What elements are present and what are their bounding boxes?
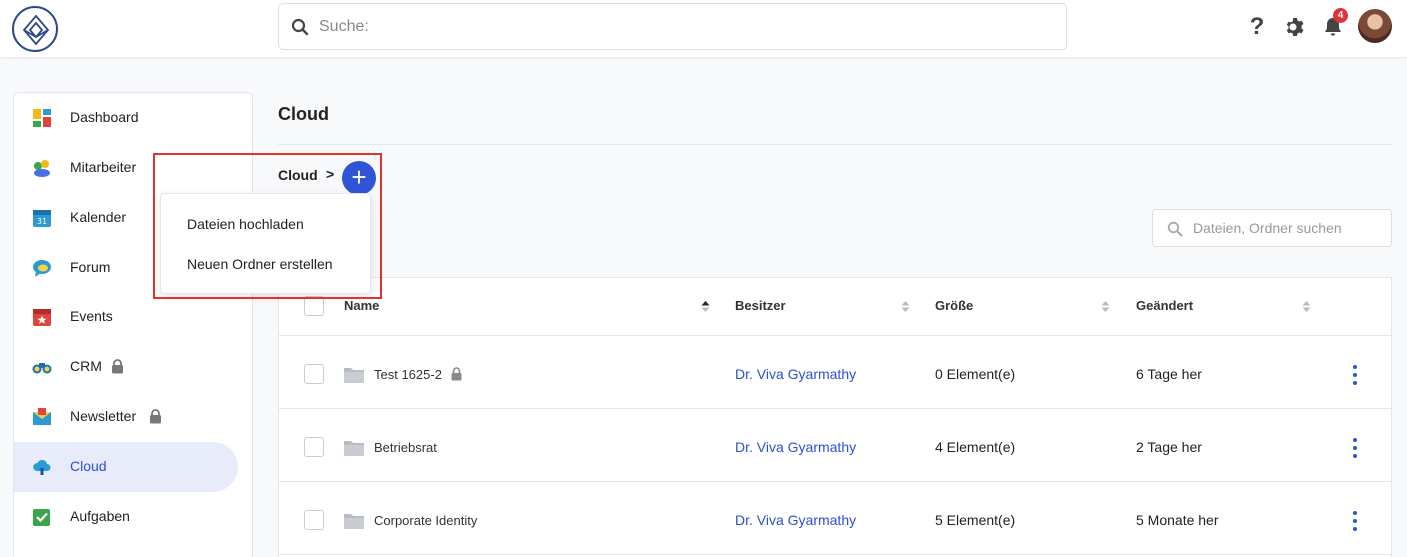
file-search[interactable]	[1152, 209, 1392, 247]
sidebar-item-cloud[interactable]: Cloud	[14, 442, 238, 492]
binoculars-icon	[32, 363, 52, 374]
column-header-owner[interactable]: Besitzer	[735, 298, 786, 313]
page-title: Cloud	[278, 104, 329, 124]
help-icon[interactable]: ?	[1245, 15, 1269, 39]
add-dropdown-menu: Dateien hochladen Neuen Ordner erstellen	[160, 193, 371, 294]
file-search-input[interactable]	[1193, 218, 1383, 238]
file-name[interactable]: Test 1625-2	[374, 367, 442, 382]
row-checkbox[interactable]	[304, 510, 324, 530]
modified-time: 2 Tage her	[1136, 439, 1202, 455]
lock-icon	[451, 367, 462, 381]
owner-link[interactable]: Dr. Viva Gyarmathy	[735, 512, 856, 528]
menu-item-upload-files[interactable]: Dateien hochladen	[161, 206, 372, 242]
search-icon	[291, 18, 309, 36]
sort-icon[interactable]	[1101, 300, 1110, 313]
file-table: Name Besitzer Größe Geändert Test 1625-2…	[278, 277, 1392, 557]
sort-icon[interactable]	[701, 300, 710, 313]
users-icon	[34, 160, 50, 177]
checklist-icon	[33, 509, 50, 526]
sidebar-item-label: Dashboard	[70, 109, 139, 125]
menu-item-create-folder[interactable]: Neuen Ordner erstellen	[161, 246, 372, 282]
svg-text:31: 31	[37, 217, 47, 226]
global-search[interactable]	[278, 3, 1067, 50]
modified-time: 6 Tage her	[1136, 366, 1202, 382]
row-checkbox[interactable]	[304, 437, 324, 457]
search-icon	[1167, 221, 1183, 237]
select-all-checkbox[interactable]	[304, 296, 324, 316]
row-checkbox[interactable]	[304, 364, 324, 384]
folder-icon	[344, 368, 364, 383]
sidebar-item-aufgaben[interactable]: Aufgaben	[14, 492, 238, 542]
breadcrumb-separator: >	[326, 166, 335, 182]
table-row[interactable]: Betriebsrat Dr. Viva Gyarmathy 4 Element…	[279, 409, 1391, 482]
sort-icon[interactable]	[1302, 300, 1311, 313]
sort-icon[interactable]	[901, 300, 910, 313]
item-count: 4 Element(e)	[935, 439, 1016, 455]
global-search-input[interactable]	[319, 14, 1039, 40]
row-menu-icon[interactable]	[1345, 510, 1365, 532]
owner-link[interactable]: Dr. Viva Gyarmathy	[735, 366, 856, 382]
calendar-icon: 31	[33, 210, 51, 227]
sidebar-item-dashboard[interactable]: Dashboard	[14, 93, 238, 143]
table-row[interactable]: Corporate Identity Dr. Viva Gyarmathy 5 …	[279, 482, 1391, 555]
breadcrumb[interactable]: Cloud	[278, 167, 318, 183]
column-header-changed[interactable]: Geändert	[1136, 298, 1193, 313]
dashboard-icon	[33, 109, 51, 127]
sidebar-item-crm[interactable]: CRM	[14, 342, 238, 392]
item-count: 0 Element(e)	[935, 366, 1016, 382]
item-count: 5 Element(e)	[935, 512, 1016, 528]
header-actions: ? 4	[1245, 8, 1393, 45]
event-icon	[33, 309, 51, 326]
file-name[interactable]: Betriebsrat	[374, 440, 437, 455]
column-header-size[interactable]: Größe	[935, 298, 973, 313]
owner-link[interactable]: Dr. Viva Gyarmathy	[735, 439, 856, 455]
user-avatar[interactable]	[1358, 9, 1392, 43]
lock-icon	[150, 409, 161, 424]
logo-icon	[22, 14, 50, 46]
table-header: Name Besitzer Größe Geändert	[279, 278, 1391, 336]
sidebar-item-label: Cloud	[70, 458, 107, 474]
sidebar-item-label: CRM	[70, 358, 102, 374]
sidebar-item-events[interactable]: Events	[14, 292, 238, 342]
title-divider	[278, 144, 1392, 145]
sidebar-item-label: Mitarbeiter	[70, 159, 137, 175]
sidebar: Dashboard Mitarbeiter 31 Kalender Forum …	[13, 92, 253, 557]
gear-icon[interactable]	[1283, 15, 1307, 39]
sidebar-item-label: Aufgaben	[70, 508, 130, 524]
envelope-icon	[33, 408, 51, 425]
cloud-icon	[33, 459, 51, 475]
table-row[interactable]: Test 1625-2 Dr. Viva Gyarmathy 0 Element…	[279, 336, 1391, 409]
sidebar-item-label: Kalender	[70, 209, 127, 225]
notification-badge: 4	[1333, 8, 1348, 23]
sidebar-item-label: Events	[70, 308, 113, 324]
sidebar-item-label: Newsletter	[70, 408, 137, 424]
folder-icon	[344, 514, 364, 529]
row-menu-icon[interactable]	[1345, 437, 1365, 459]
sidebar-item-mitarbeiter[interactable]: Mitarbeiter	[14, 143, 238, 193]
chat-icon	[33, 260, 51, 277]
file-name[interactable]: Corporate Identity	[374, 513, 477, 528]
sidebar-item-newsletter[interactable]: Newsletter	[14, 392, 238, 442]
add-button[interactable]: +	[342, 161, 376, 195]
folder-icon	[344, 441, 364, 456]
column-header-name[interactable]: Name	[344, 298, 379, 313]
sidebar-item-label: Forum	[70, 259, 111, 275]
lock-icon	[112, 359, 123, 374]
modified-time: 5 Monate her	[1136, 512, 1219, 528]
app-logo[interactable]	[12, 6, 58, 52]
top-bar: ? 4	[0, 0, 1407, 58]
row-menu-icon[interactable]	[1345, 364, 1365, 386]
